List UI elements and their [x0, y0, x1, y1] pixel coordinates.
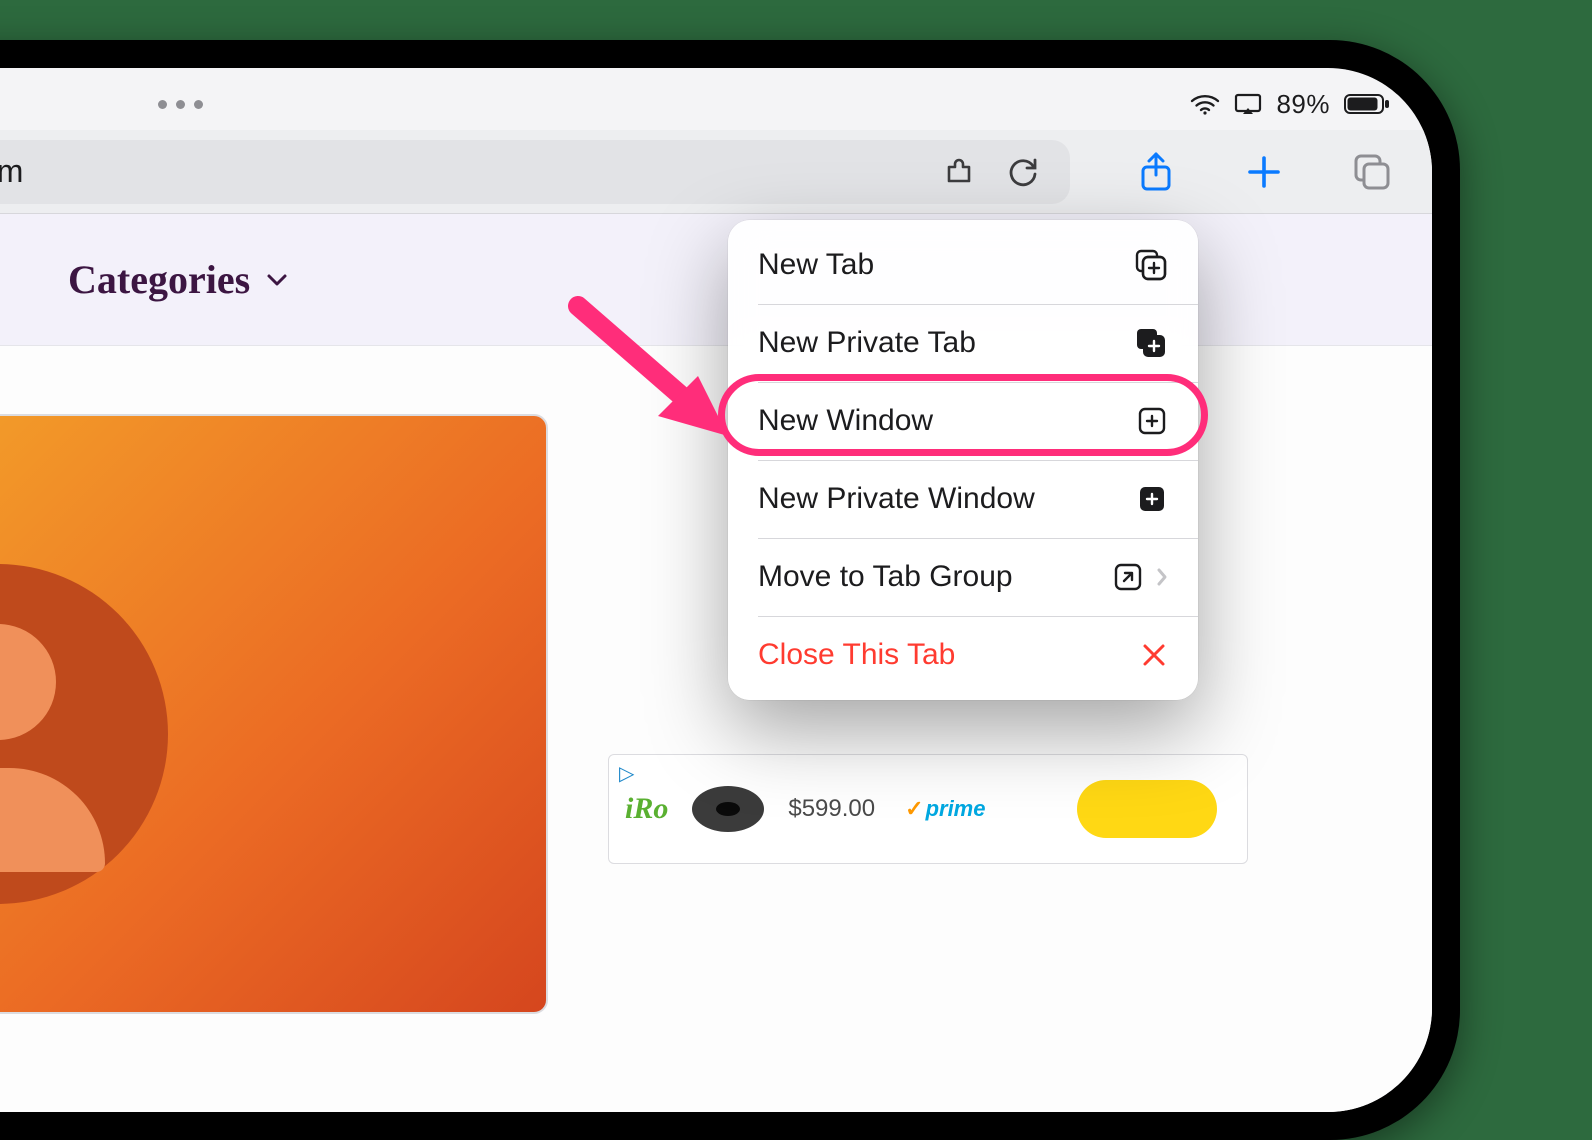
categories-bar: Categories: [0, 214, 1432, 346]
device-screen: 89% macreports.co: [0, 68, 1432, 1112]
prime-badge: prime: [905, 796, 985, 822]
menu-item-move-to-tab-group[interactable]: Move to Tab Group: [728, 538, 1198, 616]
close-icon: [1140, 641, 1168, 669]
ad-brand: iRo: [625, 792, 668, 826]
new-private-tab-icon: [1134, 326, 1168, 360]
chevron-right-icon: [1156, 567, 1168, 587]
tabs-overview-button[interactable]: [1350, 150, 1394, 194]
ad-cta-button[interactable]: [1077, 780, 1217, 838]
ad-banner[interactable]: ▷ iRo $599.00 prime: [608, 754, 1248, 864]
share-button[interactable]: [1134, 150, 1178, 194]
move-to-group-icon: [1112, 561, 1144, 593]
status-bar: 89%: [0, 78, 1432, 130]
ad-product-image: [692, 786, 764, 832]
address-url: macreports.com: [0, 153, 918, 190]
menu-item-new-private-window[interactable]: New Private Window: [728, 460, 1198, 538]
categories-dropdown[interactable]: Categories: [68, 256, 288, 303]
menu-item-label: New Tab: [758, 248, 874, 282]
safari-toolbar: macreports.com: [0, 130, 1432, 214]
tab-context-menu: New Tab New Private Tab: [728, 220, 1198, 700]
menu-item-new-private-tab[interactable]: New Private Tab: [728, 304, 1198, 382]
menu-item-label: New Private Window: [758, 482, 1035, 516]
chevron-down-icon: [266, 273, 288, 287]
extensions-icon[interactable]: [938, 150, 982, 194]
avatar-placeholder-icon: [0, 564, 168, 904]
wifi-icon: [1190, 93, 1220, 115]
multitask-dots[interactable]: [158, 100, 203, 109]
menu-item-label: Move to Tab Group: [758, 560, 1013, 594]
categories-label: Categories: [68, 256, 250, 303]
address-bar[interactable]: macreports.com: [0, 140, 1070, 204]
menu-item-new-tab[interactable]: New Tab: [728, 226, 1198, 304]
menu-item-label: New Window: [758, 404, 933, 438]
new-tab-icon: [1134, 248, 1168, 282]
ad-price: $599.00: [788, 795, 875, 823]
screen-mirroring-icon: [1234, 93, 1262, 115]
hero-image: [0, 414, 548, 1014]
menu-item-close-this-tab[interactable]: Close This Tab: [728, 616, 1198, 694]
adchoices-icon[interactable]: ▷: [619, 761, 634, 786]
page-content: Categories ▷ iRo $599.00 prime: [0, 214, 1432, 1112]
menu-item-label: Close This Tab: [758, 638, 955, 672]
menu-item-new-window[interactable]: New Window: [728, 382, 1198, 460]
reload-icon[interactable]: [1002, 150, 1046, 194]
new-tab-button[interactable]: [1242, 150, 1286, 194]
menu-item-label: New Private Tab: [758, 326, 976, 360]
new-private-window-icon: [1136, 483, 1168, 515]
device-frame: 89% macreports.co: [0, 40, 1460, 1140]
new-window-icon: [1136, 405, 1168, 437]
battery-percentage: 89%: [1276, 89, 1330, 120]
battery-icon: [1344, 93, 1390, 115]
